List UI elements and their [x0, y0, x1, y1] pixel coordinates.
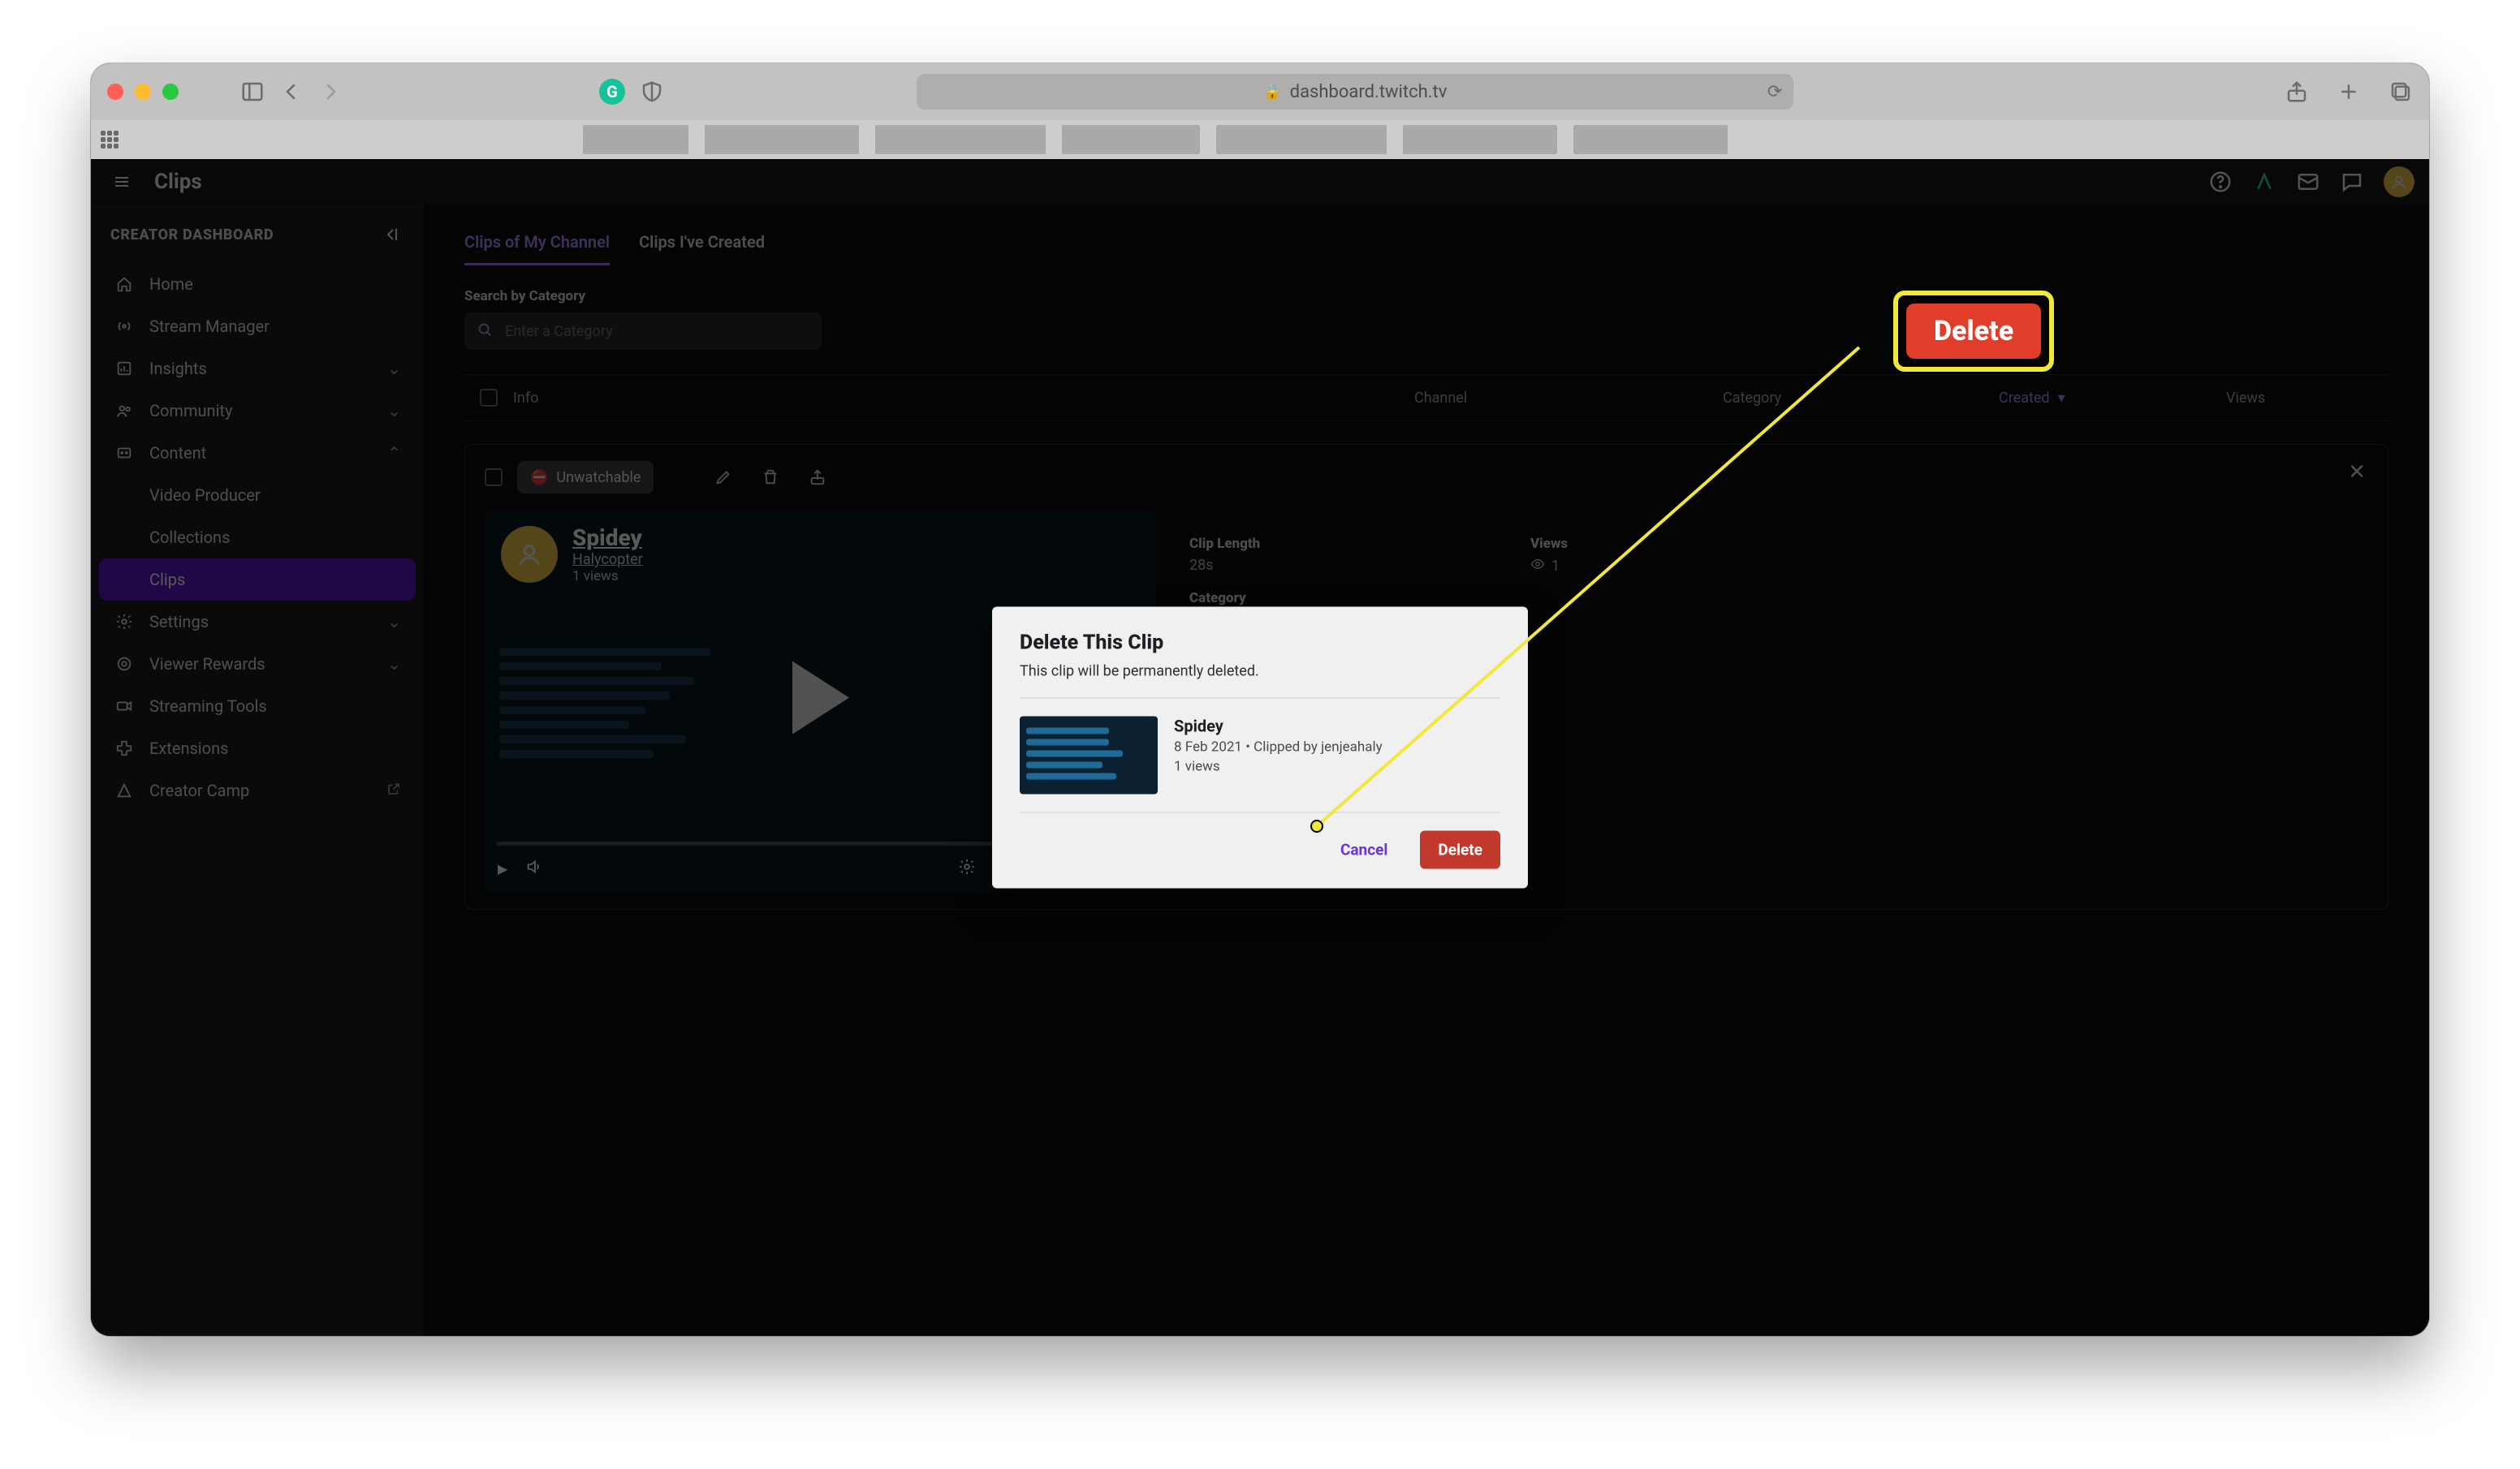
safari-tab-strip [91, 120, 2429, 159]
safari-tab[interactable] [1573, 125, 1728, 154]
twitch-app: Clips CREATOR DASHBOARD [91, 159, 2429, 1336]
callout-label: Delete [1906, 304, 2041, 359]
url-bar[interactable]: 🔒 dashboard.twitch.tv ⟳ [917, 74, 1793, 110]
share-icon[interactable] [2285, 80, 2309, 104]
privacy-shield-icon[interactable] [640, 80, 664, 104]
safari-tab[interactable] [583, 125, 688, 154]
new-tab-icon[interactable] [2337, 80, 2361, 104]
delete-button[interactable]: Delete [1420, 831, 1500, 869]
delete-clip-modal: Delete This Clip This clip will be perma… [992, 607, 1528, 889]
modal-clip-preview: Spidey 8 Feb 2021 • Clipped by jenjeahal… [1020, 717, 1500, 795]
modal-message: This clip will be permanently deleted. [1020, 663, 1500, 680]
window-traffic-lights [107, 84, 179, 100]
modal-thumbnail [1020, 717, 1158, 795]
tab-overview-icon[interactable] [2388, 80, 2413, 104]
cancel-button[interactable]: Cancel [1326, 831, 1402, 869]
safari-tab[interactable] [705, 125, 859, 154]
close-window-icon[interactable] [107, 84, 123, 100]
modal-clip-views: 1 views [1174, 759, 1383, 775]
safari-tab[interactable] [1062, 125, 1200, 154]
nav-back-icon[interactable] [279, 80, 304, 104]
safari-toolbar: G 🔒 dashboard.twitch.tv ⟳ [91, 63, 2429, 120]
delete-callout: Delete [1893, 291, 2054, 372]
nav-forward-icon[interactable] [318, 80, 343, 104]
safari-window: G 🔒 dashboard.twitch.tv ⟳ [91, 63, 2429, 1336]
minimize-window-icon[interactable] [135, 84, 151, 100]
grammarly-extension-icon[interactable]: G [599, 79, 625, 105]
url-text: dashboard.twitch.tv [1290, 82, 1448, 102]
modal-title: Delete This Clip [1020, 631, 1500, 655]
reload-icon[interactable]: ⟳ [1767, 82, 1782, 102]
favorites-grid-icon[interactable] [101, 131, 119, 149]
sidebar-toggle-icon[interactable] [240, 80, 265, 104]
safari-tab[interactable] [1403, 125, 1557, 154]
lock-icon: 🔒 [1263, 84, 1281, 101]
safari-tab[interactable] [1216, 125, 1387, 154]
modal-clip-title: Spidey [1174, 717, 1383, 736]
safari-tab[interactable] [875, 125, 1046, 154]
maximize-window-icon[interactable] [162, 84, 179, 100]
modal-clip-subtitle: 8 Feb 2021 • Clipped by jenjeahaly [1174, 739, 1383, 756]
